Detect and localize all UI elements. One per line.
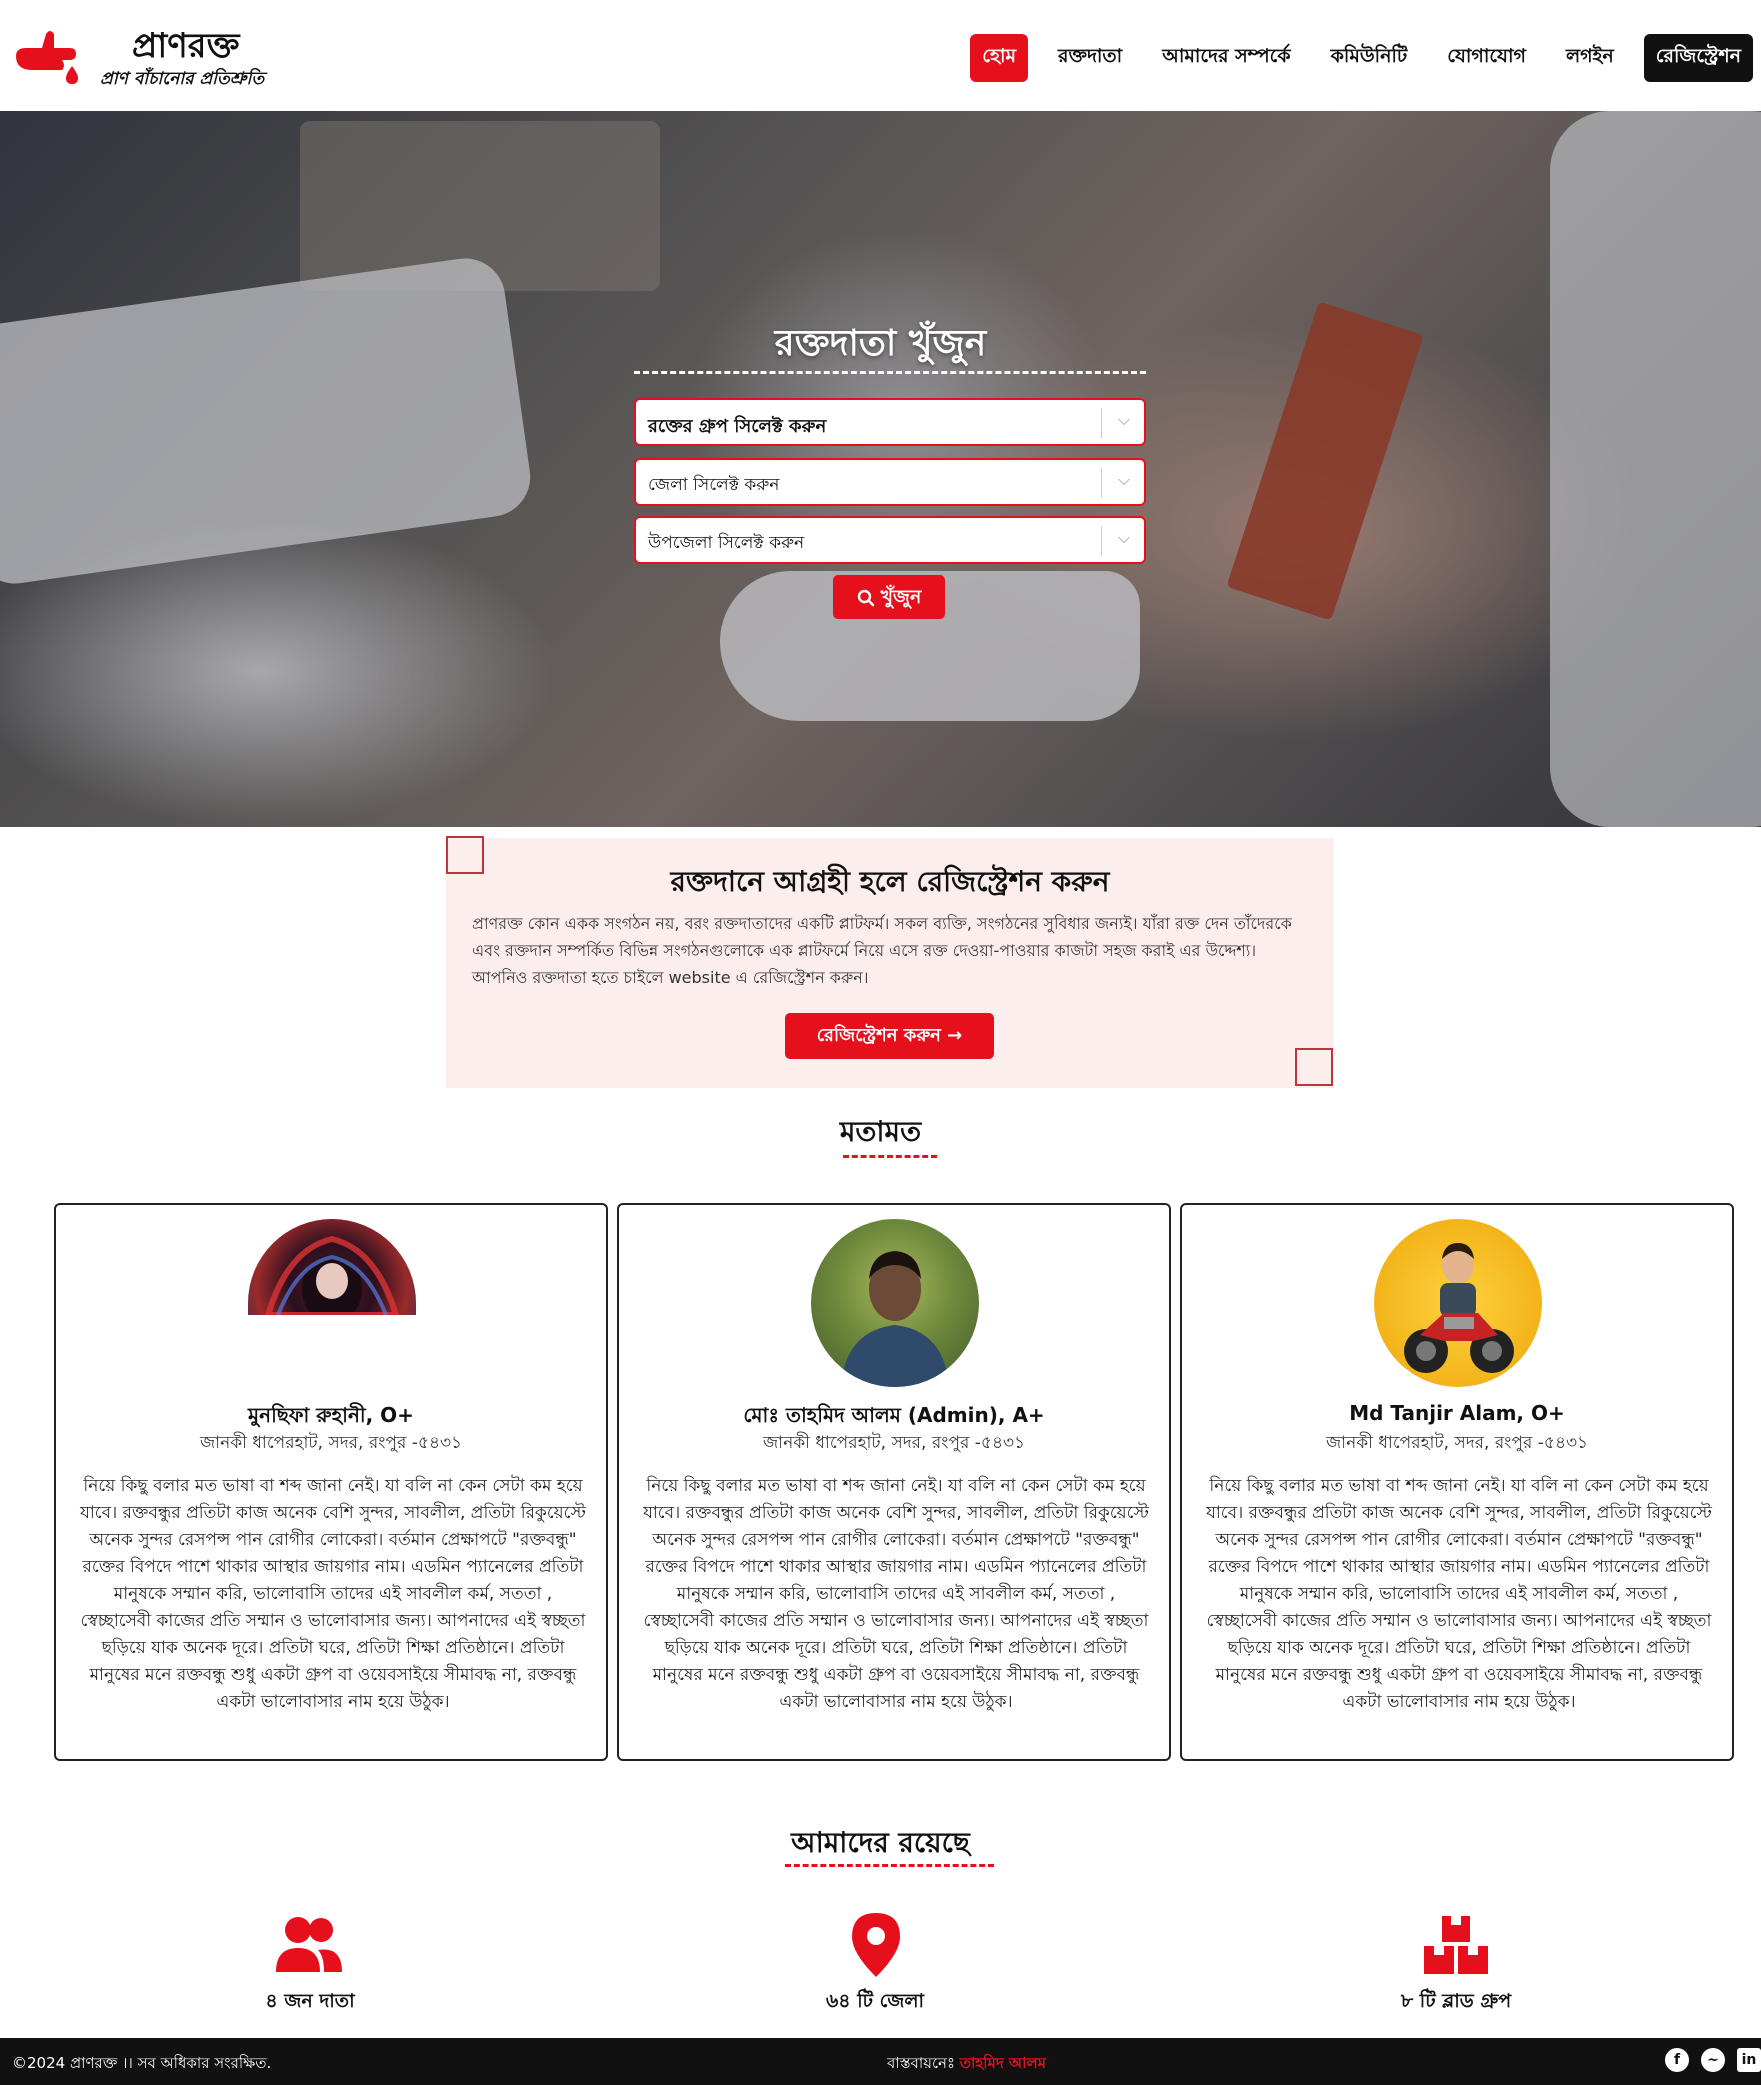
avatar-anime-art [264,1235,400,1315]
linkedin-icon[interactable]: in [1737,2048,1761,2072]
nav-register-button[interactable]: রেজিস্ট্রেশন [1643,34,1753,82]
search-icon [857,589,874,606]
nav-home[interactable]: হোম [970,34,1029,82]
upazila-select[interactable]: উপজেলা সিলেক্ট করুন ⌵ [634,516,1146,564]
testimonials-heading: মতামত [839,1115,922,1148]
boxes-icon [1424,1916,1488,1974]
registration-description: প্রাণরক্ত কোন একক সংগঠন নয়, বরং রক্তদাত… [472,914,1292,987]
avatar-cartoon-motorbike [1404,1243,1514,1373]
nav-donors[interactable]: রক্তদাতা [1038,34,1142,82]
chevron-down-icon: ⌵ [1117,410,1130,429]
stat-blood-groups-label: ৮ টি ব্লাড গ্রুপ [1400,1990,1512,2012]
blood-group-select[interactable]: রক্তের গ্রুপ সিলেক্ট করুন ⌵ [634,398,1146,446]
chevron-down-icon: ⌵ [1117,528,1130,547]
testimonial-address: জানকী ধাপেরহাট, সদর, রংপুর -৫৪৩১ [1325,1433,1589,1453]
site-header: প্রাণরক্ত প্রাণ বাঁচানোর প্রতিশ্রুতি হোম… [0,0,1761,111]
stat-districts-label: ৬৪ টি জেলা [825,1990,925,2012]
testimonial-text: নিয়ে কিছু বলার মত ভাষা বা শব্দ জানা নেই… [1206,1476,1712,1712]
testimonial-text: নিয়ে কিছু বলার মত ভাষা বা শব্দ জানা নেই… [80,1476,586,1712]
site-footer: ©2024 প্রাণরক্ত ।। সব অধিকার সংরক্ষিত. ব… [0,2038,1761,2085]
registration-title: রক্তদানে আগ্রহী হলে রেজিস্ট্রেশন করুন [670,865,1110,898]
nav-community[interactable]: কমিউনিটি [1311,34,1428,82]
footer-credit-author[interactable]: তাহমিদ আলম [960,2054,1046,2072]
search-title: রক্তদাতা খুঁজুন [774,323,987,364]
upazila-select-value: উপজেলা সিলেক্ট করুন [648,533,805,553]
search-button[interactable]: খুঁজুন [833,575,945,619]
footer-credit: বাস্তবায়নেঃ তাহমিদ আলম [887,2052,1046,2077]
district-select[interactable]: জেলা সিলেক্ট করুন ⌵ [634,458,1146,506]
avatar [1374,1219,1542,1387]
chevron-down-icon: ⌵ [1117,470,1130,489]
users-icon [276,1917,342,1972]
district-select-value: জেলা সিলেক্ট করুন [648,475,780,495]
testimonial-card: মোঃ তাহমিদ আলম (Admin), A+ জানকী ধাপেরহা… [617,1203,1171,1761]
testimonial-name: Md Tanjir Alam, O+ [1349,1401,1565,1425]
testimonials-heading-divider [843,1155,937,1158]
location-pin-icon [852,1913,900,1977]
messenger-icon[interactable]: ~ [1701,2048,1725,2072]
nav-about[interactable]: আমাদের সম্পর্কে [1142,34,1310,82]
stats-heading-divider [785,1864,994,1867]
registration-button[interactable]: রেজিস্ট্রেশন করুন → [785,1013,994,1059]
main-nav: হোম রক্তদাতা আমাদের সম্পর্কে কমিউনিটি যো… [970,34,1753,82]
nav-contact[interactable]: যোগাযোগ [1427,34,1546,82]
testimonial-text: নিয়ে কিছু বলার মত ভাষা বা শব্দ জানা নেই… [643,1476,1149,1712]
avatar-portrait [841,1251,949,1387]
footer-credit-prefix: বাস্তবায়নেঃ [887,2054,955,2072]
stats-heading: আমাদের রয়েছে [791,1826,970,1859]
decorative-corner-box [1295,1048,1333,1086]
testimonial-card: মুনছিফা রুহানী, O+ জানকী ধাপেরহাট, সদর, … [54,1203,608,1761]
avatar [811,1219,979,1387]
search-button-label: খুঁজুন [880,586,922,608]
blood-group-select-value: রক্তের গ্রুপ সিলেক্ট করুন [648,416,827,437]
stat-donors-label: ৪ জন দাতা [265,1990,355,2012]
brand-tagline: প্রাণ বাঁচানোর প্রতিশ্রুতি [100,69,265,89]
testimonial-card: Md Tanjir Alam, O+ জানকী ধাপেরহাট, সদর, … [1180,1203,1734,1761]
avatar [248,1219,416,1315]
social-links: f ~ in [1665,2048,1761,2072]
blood-hand-logo-icon[interactable] [12,26,84,86]
facebook-icon[interactable]: f [1665,2048,1689,2072]
nav-login[interactable]: লগইন [1546,34,1634,82]
footer-copyright: ©2024 প্রাণরক্ত ।। সব অধিকার সংরক্ষিত. [12,2054,272,2072]
testimonial-address: জানকী ধাপেরহাট, সদর, রংপুর -৫৪৩১ [762,1433,1026,1453]
testimonial-address: জানকী ধাপেরহাট, সদর, রংপুর -৫৪৩১ [199,1433,463,1453]
search-title-divider [634,371,1146,374]
